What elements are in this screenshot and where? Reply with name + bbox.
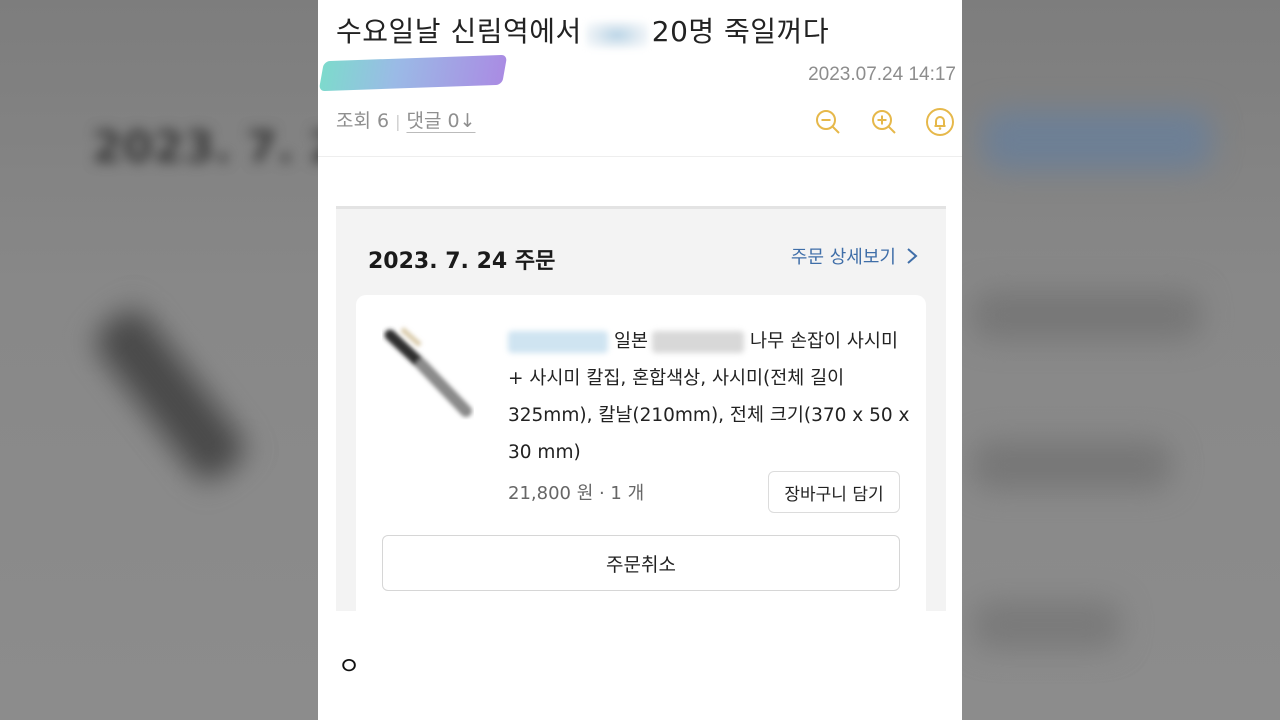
bg-blurred-text: 2023. 7. 24 — [92, 122, 318, 173]
zoom-in-icon[interactable] — [866, 104, 902, 140]
bg-blurred-line — [972, 290, 1202, 340]
bg-blurred-line — [972, 600, 1122, 650]
order-detail-link[interactable]: 주문 상세보기 — [791, 243, 918, 269]
product-name: 일본 나무 손잡이 사시미 + 사시미 칼집, 혼합색상, 사시미(전체 길이 3… — [508, 323, 918, 471]
product-card: 일본 나무 손잡이 사시미 + 사시미 칼집, 혼합색상, 사시미(전체 길이 3… — [356, 295, 926, 611]
order-date: 2023. 7. 24 주문 — [368, 249, 556, 274]
redacted-brand — [508, 331, 608, 353]
post-tools — [810, 104, 958, 140]
background-blur-left: 2023. 7. 24 — [0, 0, 318, 720]
chevron-right-icon — [907, 248, 918, 264]
redacted-word — [652, 331, 745, 353]
post-body-text: ㅇ — [338, 652, 361, 680]
redacted-author — [318, 54, 508, 92]
zoom-out-icon[interactable] — [810, 104, 846, 140]
knife-product-image[interactable] — [380, 321, 480, 421]
post-date: 2023.07.24 14:17 — [808, 64, 956, 85]
header-divider — [318, 156, 962, 157]
order-screenshot: 2023. 7. 24 주문 주문 상세보기 일본 나무 손잡이 사시미 + 사시… — [336, 206, 946, 611]
bg-blurred-line — [972, 440, 1172, 490]
background-blur-right — [962, 0, 1280, 720]
bell-icon[interactable] — [922, 104, 958, 140]
meta-separator: | — [395, 112, 401, 131]
view-count: 조회 6 — [336, 110, 390, 132]
post-screen: 수요일날 신림역에서 20명 죽일꺼다 2023.07.24 14:17 조회 6… — [318, 0, 962, 720]
post-title-start: 수요일날 신림역에서 — [336, 15, 582, 48]
post-title: 수요일날 신림역에서 20명 죽일꺼다 — [336, 10, 829, 50]
add-to-cart-button[interactable]: 장바구니 담기 — [768, 471, 900, 513]
comment-count-link[interactable]: 댓글 0↓ — [406, 110, 475, 132]
price-quantity: 21,800 원 · 1 개 — [508, 483, 645, 504]
cancel-order-button[interactable]: 주문취소 — [382, 535, 900, 591]
post-title-end: 20명 죽일꺼다 — [651, 15, 830, 48]
bg-blurred-knife — [87, 301, 253, 489]
order-detail-label: 주문 상세보기 — [790, 247, 896, 268]
bg-blurred-link — [982, 110, 1212, 170]
post-meta: 조회 6 | 댓글 0↓ — [336, 106, 476, 133]
redacted-word — [585, 21, 648, 49]
product-name-word: 일본 — [614, 331, 649, 352]
